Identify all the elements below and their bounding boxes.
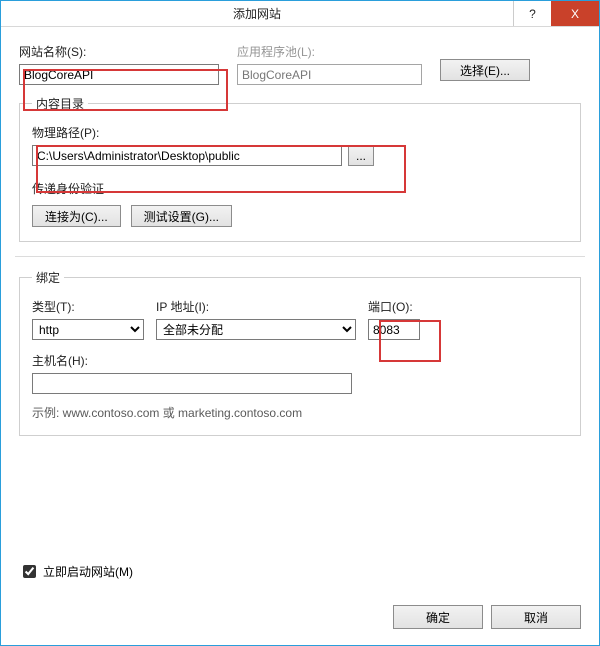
close-button[interactable]: X [551, 1, 599, 26]
test-settings-button[interactable]: 测试设置(G)... [131, 205, 232, 227]
binding-port-input[interactable] [368, 319, 420, 340]
select-app-pool-button[interactable]: 选择(E)... [440, 59, 530, 81]
window-controls: ? X [513, 1, 599, 26]
app-pool-input [237, 64, 422, 85]
pass-auth-label: 传递身份验证 [32, 180, 568, 197]
binding-legend: 绑定 [32, 269, 64, 286]
binding-type-label: 类型(T): [32, 298, 144, 315]
binding-type-select[interactable]: http [32, 319, 144, 340]
connect-as-button[interactable]: 连接为(C)... [32, 205, 121, 227]
binding-group: 绑定 类型(T): http IP 地址(I): 全部未分配 端口(O): [19, 269, 581, 436]
physical-path-label: 物理路径(P): [32, 124, 568, 141]
cancel-button[interactable]: 取消 [491, 605, 581, 629]
dialog-body: 网站名称(S): 应用程序池(L): 选择(E)... 内容目录 物理路径(P)… [1, 27, 599, 645]
start-immediately-label: 立即启动网站(M) [43, 563, 133, 580]
ok-button[interactable]: 确定 [393, 605, 483, 629]
binding-ip-select[interactable]: 全部未分配 [156, 319, 356, 340]
browse-path-button[interactable]: ... [348, 145, 374, 166]
hostname-input[interactable] [32, 373, 352, 394]
start-immediately-checkbox[interactable] [23, 565, 36, 578]
help-button[interactable]: ? [513, 1, 551, 26]
start-immediately-row[interactable]: 立即启动网站(M) [19, 562, 133, 581]
content-directory-group: 内容目录 物理路径(P): ... 传递身份验证 连接为(C)... 测试设置(… [19, 95, 581, 242]
dialog-buttons: 确定 取消 [393, 605, 581, 629]
separator [15, 256, 585, 257]
site-name-label: 网站名称(S): [19, 43, 219, 60]
hostname-example: 示例: www.contoso.com 或 marketing.contoso.… [32, 404, 568, 421]
content-directory-legend: 内容目录 [32, 95, 88, 112]
binding-ip-label: IP 地址(I): [156, 298, 356, 315]
app-pool-label: 应用程序池(L): [237, 43, 422, 60]
hostname-label: 主机名(H): [32, 352, 568, 369]
title-bar: 添加网站 ? X [1, 1, 599, 27]
site-name-input[interactable] [19, 64, 219, 85]
physical-path-input[interactable] [32, 145, 342, 166]
window-title: 添加网站 [1, 5, 513, 22]
dialog-window: 添加网站 ? X 网站名称(S): 应用程序池(L): 选择(E)... 内容目… [0, 0, 600, 646]
binding-port-label: 端口(O): [368, 298, 420, 315]
